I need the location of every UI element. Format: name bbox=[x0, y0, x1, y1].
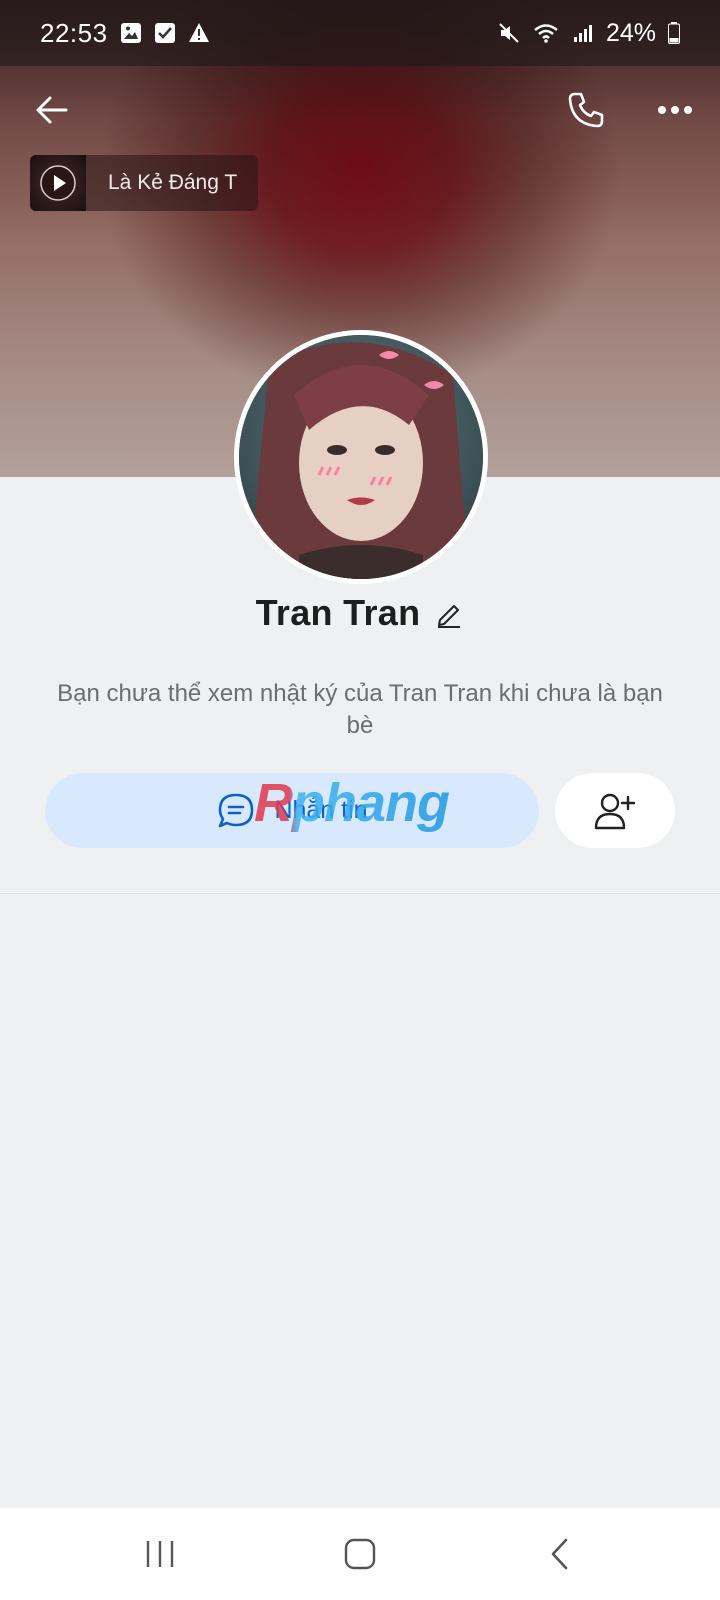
chat-bubble-icon bbox=[219, 793, 254, 827]
recent-apps-button[interactable] bbox=[120, 1524, 200, 1584]
mute-icon bbox=[499, 23, 519, 43]
home-button[interactable] bbox=[320, 1524, 400, 1584]
more-icon bbox=[658, 106, 692, 114]
add-friend-button[interactable] bbox=[555, 773, 675, 848]
profile-music-chip[interactable]: Là Kẻ Đáng T bbox=[30, 155, 258, 211]
status-bar: 22:53 24% bbox=[0, 0, 720, 66]
section-divider bbox=[0, 893, 720, 894]
signal-icon bbox=[573, 25, 592, 42]
message-button-label: Nhắn tin bbox=[274, 796, 368, 824]
status-right: 24% bbox=[498, 19, 680, 48]
check-icon bbox=[154, 23, 175, 43]
back-icon bbox=[551, 1538, 568, 1570]
back-arrow-icon bbox=[36, 96, 68, 124]
edit-pencil-icon[interactable] bbox=[434, 598, 464, 628]
status-time: 22:53 bbox=[40, 17, 108, 48]
music-title: Là Kẻ Đáng T bbox=[108, 171, 238, 194]
battery-percent: 24% bbox=[605, 18, 656, 47]
image-icon bbox=[120, 23, 141, 43]
recent-apps-icon bbox=[146, 1541, 174, 1567]
back-button[interactable] bbox=[22, 80, 82, 140]
profile-name: Tran Tran bbox=[255, 592, 421, 633]
phone-icon bbox=[568, 92, 604, 128]
system-navigation-bar bbox=[0, 1508, 720, 1600]
wifi-icon bbox=[534, 24, 558, 43]
avatar[interactable] bbox=[234, 330, 488, 584]
profile-screen: 22:53 24% Là Kẻ Đáng T Tran Tran Bạn chư… bbox=[0, 0, 720, 1600]
call-button[interactable] bbox=[556, 80, 616, 140]
play-icon[interactable] bbox=[40, 165, 76, 201]
avatar-photo bbox=[239, 335, 483, 579]
nav-back-button[interactable] bbox=[520, 1524, 600, 1584]
message-button[interactable]: Nhắn tin bbox=[45, 773, 539, 848]
status-left: 22:53 bbox=[40, 18, 210, 49]
profile-name-row: Tran Tran bbox=[0, 583, 720, 643]
add-friend-icon bbox=[594, 793, 636, 829]
home-icon bbox=[344, 1538, 376, 1570]
privacy-info-text: Bạn chưa thể xem nhật ký của Tran Tran k… bbox=[57, 680, 663, 739]
warning-icon bbox=[188, 23, 209, 42]
music-cover-thumbnail bbox=[30, 155, 86, 211]
battery-icon bbox=[668, 22, 680, 44]
more-button[interactable] bbox=[645, 80, 705, 140]
